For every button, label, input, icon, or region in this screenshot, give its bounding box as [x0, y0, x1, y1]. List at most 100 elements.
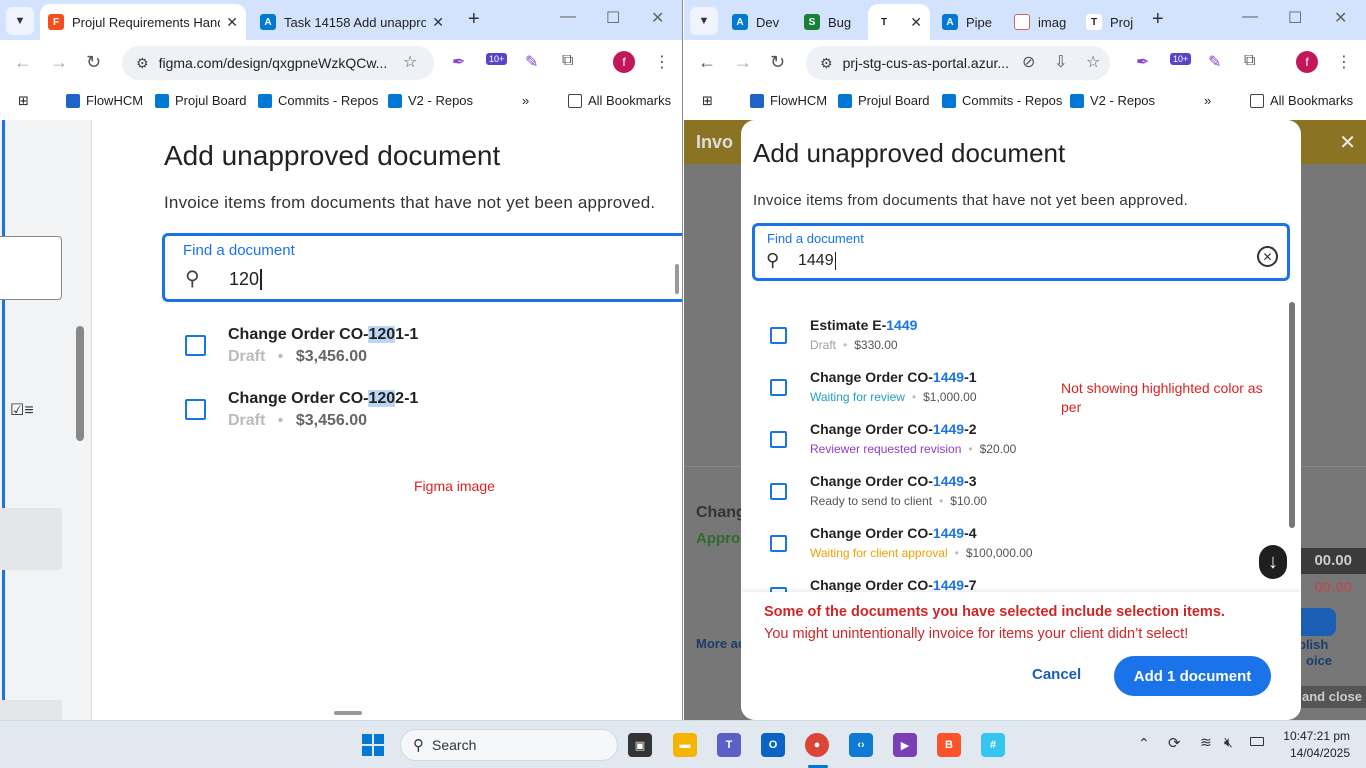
task-view-icon[interactable]: ▣: [628, 733, 652, 757]
tab-image[interactable]: imag: [1006, 4, 1076, 40]
scroll-down-button[interactable]: ↓: [1259, 545, 1287, 579]
result-checkbox[interactable]: [185, 399, 206, 420]
volume-muted-icon[interactable]: 🔇︎: [1224, 734, 1233, 751]
pen-extension-icon[interactable]: ✒: [1136, 52, 1149, 72]
result-checkbox[interactable]: [185, 335, 206, 356]
scrollbar-thumb[interactable]: [675, 264, 679, 294]
pen-extension-icon[interactable]: ✒: [452, 52, 465, 72]
tracking-off-icon[interactable]: ⊘: [1022, 52, 1035, 72]
result-checkbox[interactable]: [770, 431, 787, 448]
reload-button[interactable]: ↻: [770, 52, 785, 73]
more-bookmarks-icon[interactable]: »: [1204, 93, 1211, 108]
bookmark-projul-board[interactable]: Projul Board: [838, 93, 930, 108]
extension-badge[interactable]: 10+: [1170, 53, 1192, 65]
bookmark-all-bookmarks[interactable]: All Bookmarks: [1250, 93, 1353, 108]
back-button[interactable]: ←: [14, 52, 32, 73]
slack-icon[interactable]: #: [981, 733, 1005, 757]
result-checkbox[interactable]: [770, 379, 787, 396]
close-tab-icon[interactable]: ✕: [432, 14, 444, 31]
scrollbar-thumb[interactable]: [1289, 302, 1295, 528]
bookmark-projul-board[interactable]: Projul Board: [155, 93, 247, 108]
battery-icon[interactable]: [1250, 737, 1264, 746]
windows-start-icon[interactable]: [362, 734, 384, 756]
resize-handle[interactable]: [334, 711, 362, 715]
frame-preview[interactable]: [0, 236, 62, 300]
vscode-icon[interactable]: ‹›: [849, 733, 873, 757]
result-checkbox[interactable]: [770, 535, 787, 552]
bookmark-flowhcm[interactable]: FlowHCM: [750, 93, 827, 108]
bookmark-flowhcm[interactable]: FlowHCM: [66, 93, 143, 108]
profile-avatar[interactable]: f: [613, 51, 635, 73]
menu-icon[interactable]: ⋮: [654, 52, 670, 72]
find-document-field[interactable]: Find a document ⚲ 120: [162, 233, 682, 302]
tab-pipe[interactable]: A Pipe: [934, 4, 1004, 40]
chevron-up-icon[interactable]: ⌃: [1138, 735, 1150, 752]
reload-button[interactable]: ↻: [86, 52, 101, 73]
tab-projul[interactable]: T Proj: [1078, 4, 1148, 40]
edit-extension-icon[interactable]: ✎: [525, 52, 538, 72]
extension-badge[interactable]: 10+: [486, 53, 508, 65]
menu-icon[interactable]: ⋮: [1336, 52, 1352, 72]
clear-search-icon[interactable]: ✕: [1257, 246, 1278, 267]
new-tab-button[interactable]: +: [1152, 8, 1164, 31]
taskbar-search[interactable]: ⚲ Search: [400, 729, 618, 761]
checklist-icon[interactable]: ☑≡: [10, 400, 34, 420]
bookmark-v2-repos[interactable]: V2 - Repos: [1070, 93, 1155, 108]
minimize-button[interactable]: —: [560, 8, 576, 26]
find-document-field[interactable]: Find a document ⚲ 1449 ✕: [752, 223, 1290, 281]
install-app-icon[interactable]: ⇩: [1054, 52, 1067, 72]
tab-search-dropdown[interactable]: ▼: [690, 7, 718, 35]
bookmark-all-bookmarks[interactable]: All Bookmarks: [568, 93, 671, 108]
scrollbar-thumb[interactable]: [76, 326, 84, 441]
close-tab-icon[interactable]: ✕: [910, 14, 922, 31]
chrome-icon[interactable]: ●: [805, 733, 829, 757]
maximize-button[interactable]: ☐: [606, 8, 620, 28]
address-bar[interactable]: ⚙ figma.com/design/qxgpneWzkQCw...: [122, 46, 434, 80]
close-window-button[interactable]: ✕: [651, 8, 664, 28]
file-explorer-icon[interactable]: ▬: [673, 733, 697, 757]
frame-preview[interactable]: [0, 508, 62, 570]
cancel-button[interactable]: Cancel: [1032, 666, 1081, 683]
tab-dev[interactable]: A Dev: [724, 4, 794, 40]
outlook-icon[interactable]: O: [761, 733, 785, 757]
bookmark-commits-repos[interactable]: Commits - Repos: [942, 93, 1062, 108]
wifi-icon[interactable]: ≋: [1200, 734, 1212, 751]
clock[interactable]: 10:47:21 pm 14/04/2025: [1278, 729, 1350, 760]
tab-projul-requirements[interactable]: F Projul Requirements Hand ✕: [40, 4, 246, 40]
maximize-button[interactable]: ☐: [1288, 8, 1302, 28]
brave-icon[interactable]: B: [937, 733, 961, 757]
tab-task-14158[interactable]: A Task 14158 Add unapprove ✕: [252, 4, 452, 40]
bookmark-star-icon[interactable]: ☆: [403, 52, 417, 72]
bookmark-star-icon[interactable]: ☆: [1086, 52, 1100, 72]
forward-button[interactable]: →: [734, 52, 752, 73]
tab-search-dropdown[interactable]: ▼: [6, 7, 34, 35]
new-tab-button[interactable]: +: [468, 8, 480, 31]
add-document-button[interactable]: Add 1 document: [1114, 656, 1271, 696]
forward-button[interactable]: →: [50, 52, 68, 73]
profile-avatar[interactable]: f: [1296, 51, 1318, 73]
apps-grid-icon[interactable]: ⊞: [702, 93, 713, 109]
back-button[interactable]: ←: [698, 52, 716, 73]
more-bookmarks-icon[interactable]: »: [522, 93, 529, 108]
tab-projul-portal[interactable]: T ✕: [868, 4, 930, 40]
extensions-icon[interactable]: ⧉: [562, 52, 573, 70]
site-info-icon[interactable]: ⚙: [820, 55, 833, 72]
bookmark-commits-repos[interactable]: Commits - Repos: [258, 93, 378, 108]
tab-bug[interactable]: S Bug: [796, 4, 866, 40]
result-checkbox[interactable]: [770, 327, 787, 344]
site-info-icon[interactable]: ⚙: [136, 55, 149, 72]
result-checkbox[interactable]: [770, 483, 787, 500]
close-window-button[interactable]: ✕: [1334, 8, 1347, 28]
visual-studio-icon[interactable]: ▶: [893, 733, 917, 757]
extensions-icon[interactable]: ⧉: [1244, 52, 1255, 70]
sync-icon[interactable]: ⟳: [1168, 734, 1181, 752]
search-input[interactable]: 120: [229, 269, 263, 290]
bookmark-v2-repos[interactable]: V2 - Repos: [388, 93, 473, 108]
close-tab-icon[interactable]: ✕: [226, 14, 238, 31]
close-page-icon[interactable]: ✕: [1339, 130, 1356, 155]
apps-grid-icon[interactable]: ⊞: [18, 93, 29, 109]
minimize-button[interactable]: —: [1242, 8, 1258, 26]
search-input[interactable]: 1449: [798, 252, 836, 270]
teams-icon[interactable]: T: [717, 733, 741, 757]
edit-extension-icon[interactable]: ✎: [1208, 52, 1221, 72]
